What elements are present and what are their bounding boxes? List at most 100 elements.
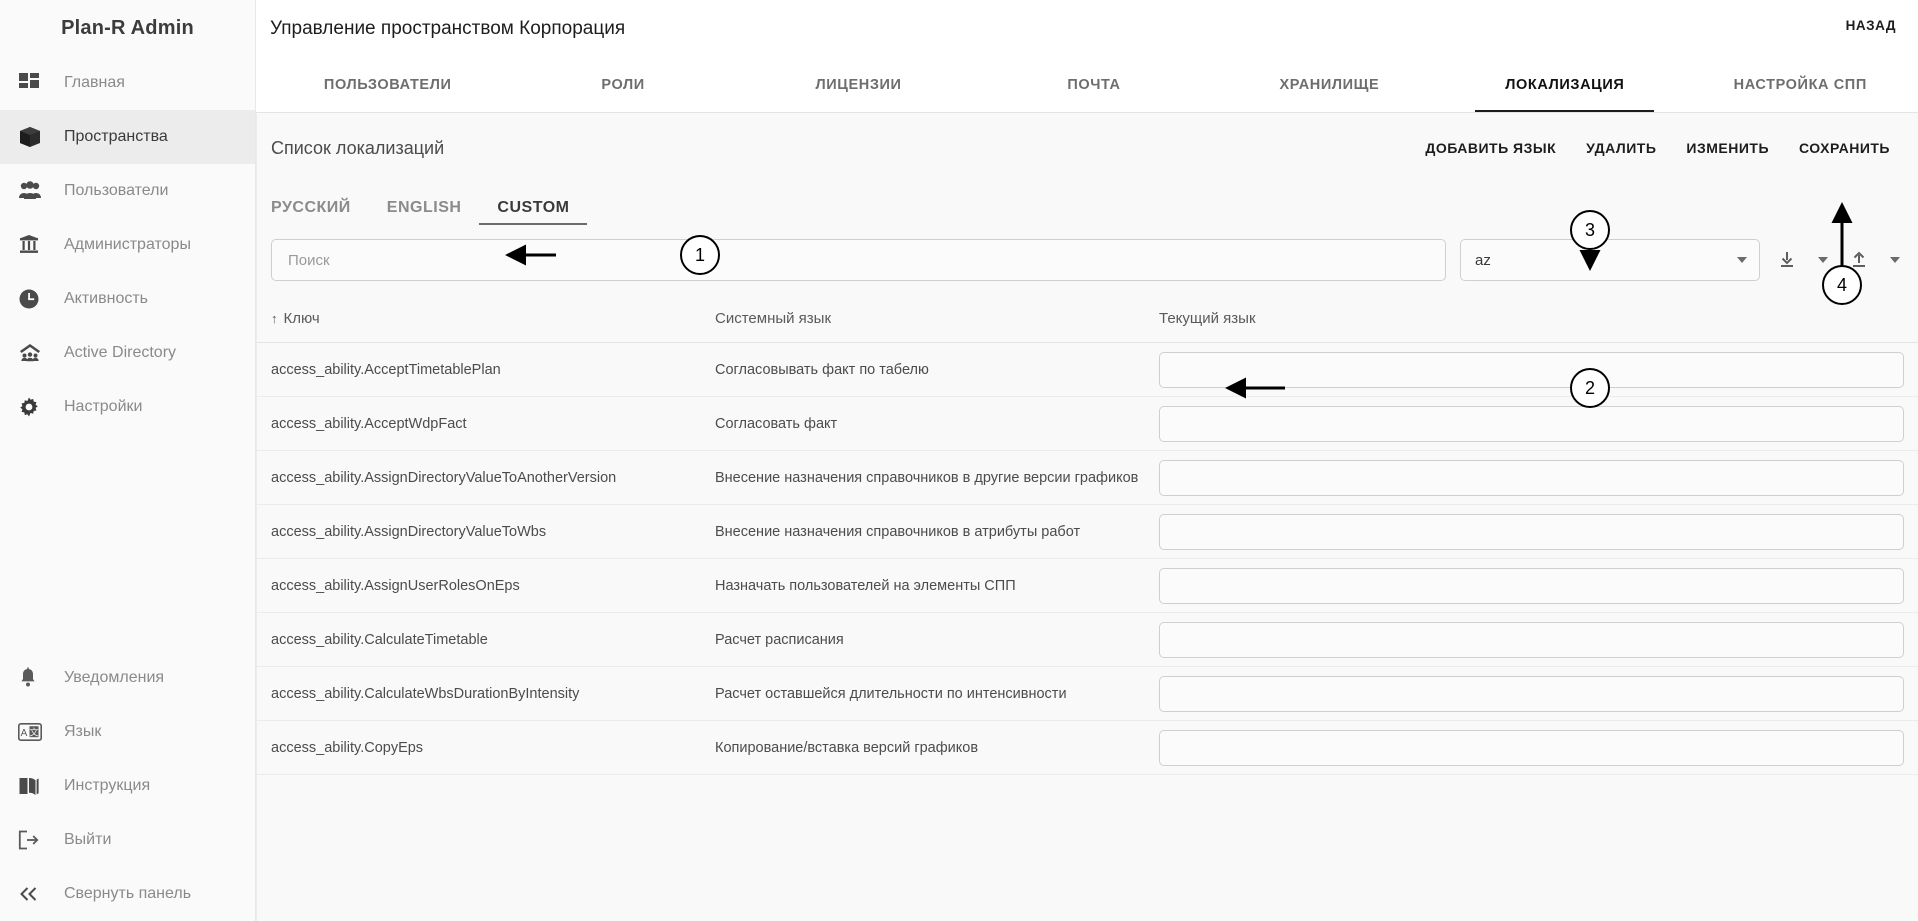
tab-licenses[interactable]: ЛИЦЕНЗИИ [741,58,976,112]
sidebar-item-users[interactable]: Пользователи [0,164,255,218]
current-language-input[interactable] [1159,405,1904,442]
cell-current-language [1159,729,1904,766]
sidebar-item-label: Пространства [64,128,168,145]
download-icon[interactable] [1774,245,1800,275]
lang-tab-english[interactable]: ENGLISH [369,199,480,225]
localization-table: ↑ Ключ Системный язык Текущий язык acces… [257,295,1918,775]
search-box[interactable] [271,239,1446,281]
add-language-button[interactable]: ДОБАВИТЬ ЯЗЫК [1425,140,1556,156]
tab-wbs-settings[interactable]: НАСТРОЙКА СПП [1683,58,1918,112]
delete-button[interactable]: УДАЛИТЬ [1586,140,1656,156]
language-select[interactable]: az [1460,239,1760,281]
translate-icon: A文 [18,723,58,741]
current-language-input[interactable] [1159,729,1904,766]
users-icon [18,180,58,202]
download-options-chevron-icon[interactable] [1814,245,1832,275]
cell-current-language [1159,621,1904,658]
sidebar-item-label: Активность [64,290,149,307]
back-button[interactable]: НАЗАД [1846,18,1896,33]
table-row[interactable]: access_ability.CopyEps Копирование/встав… [257,721,1918,775]
sidebar-item-label: Свернуть панель [64,885,192,902]
cell-system-language: Копирование/вставка версий графиков [715,739,979,756]
upload-options-chevron-icon[interactable] [1886,245,1904,275]
svg-text:A: A [21,728,28,739]
sidebar-item-manual[interactable]: Инструкция [0,759,255,813]
current-language-input[interactable] [1159,513,1904,550]
sidebar-item-home[interactable]: Главная [0,56,255,110]
cell-current-language [1159,405,1904,442]
bell-icon [18,667,58,689]
language-tabs: РУССКИЙ ENGLISH CUSTOM [257,183,1918,225]
chevron-down-icon [1737,257,1747,263]
table-row[interactable]: access_ability.AssignUserRolesOnEps Назн… [257,559,1918,613]
edit-button[interactable]: ИЗМЕНИТЬ [1686,140,1769,156]
table-row[interactable]: access_ability.AcceptWdpFact Согласовать… [257,397,1918,451]
cell-key: access_ability.AssignDirectoryValueToWbs [271,523,547,540]
lang-tab-russian[interactable]: РУССКИЙ [271,199,369,225]
column-header-key[interactable]: ↑ Ключ [271,310,715,327]
save-button[interactable]: СОХРАНИТЬ [1799,140,1890,156]
cell-system-language: Согласовать факт [715,415,838,432]
sidebar-item-notifications[interactable]: Уведомления [0,651,255,705]
admin-shield-icon [18,234,58,256]
sidebar-item-administrators[interactable]: Администраторы [0,218,255,272]
column-header-current-language-label: Текущий язык [1159,310,1256,327]
table-row[interactable]: access_ability.CalculateWbsDurationByInt… [257,667,1918,721]
upload-icon[interactable] [1846,245,1872,275]
sidebar-item-label: Настройки [64,398,143,415]
cell-key: access_ability.AcceptTimetablePlan [271,361,501,378]
cell-key: access_ability.AssignUserRolesOnEps [271,577,520,594]
app-brand: Plan-R Admin [61,16,194,39]
localization-toolbar: Список локализаций ДОБАВИТЬ ЯЗЫК УДАЛИТЬ… [257,113,1918,183]
sidebar-item-collapse[interactable]: Свернуть панель [0,867,255,921]
sidebar-item-active-directory[interactable]: Active Directory [0,326,255,380]
active-directory-icon [18,342,58,364]
current-language-input[interactable] [1159,621,1904,658]
dashboard-icon [18,72,58,94]
current-language-input[interactable] [1159,351,1904,388]
page-header: Управление пространством Корпорация НАЗА… [256,0,1918,58]
current-language-input[interactable] [1159,459,1904,496]
sidebar-item-language[interactable]: A文 Язык [0,705,255,759]
current-language-input[interactable] [1159,567,1904,604]
tab-roles[interactable]: РОЛИ [505,58,740,112]
cell-key: access_ability.AcceptWdpFact [271,415,467,432]
sidebar-item-logout[interactable]: Выйти [0,813,255,867]
svg-text:文: 文 [29,727,38,738]
sidebar-item-spaces[interactable]: Пространства [0,110,255,164]
tab-storage[interactable]: ХРАНИЛИЩЕ [1212,58,1447,112]
current-language-input[interactable] [1159,675,1904,712]
cell-system-language: Расчет оставшейся длительности по интенс… [715,685,1067,702]
sidebar-item-label: Уведомления [64,669,165,686]
table-row[interactable]: access_ability.CalculateTimetable Расчет… [257,613,1918,667]
column-header-current-language[interactable]: Текущий язык [1159,310,1904,327]
sidebar-item-settings[interactable]: Настройки [0,380,255,434]
sidebar-item-label: Инструкция [64,777,151,794]
lang-tab-custom[interactable]: CUSTOM [479,199,588,225]
gear-icon [18,396,58,418]
sidebar-item-label: Главная [64,74,125,91]
sidebar: Plan-R Admin Главная Пространства Пользо… [0,0,256,921]
table-row[interactable]: access_ability.AssignDirectoryValueToAno… [257,451,1918,505]
sort-ascending-icon: ↑ [271,311,278,326]
sidebar-item-label: Администраторы [64,236,191,253]
tab-users[interactable]: ПОЛЬЗОВАТЕЛИ [270,58,505,112]
table-row[interactable]: access_ability.AssignDirectoryValueToWbs… [257,505,1918,559]
cell-current-language [1159,459,1904,496]
tab-localization[interactable]: ЛОКАЛИЗАЦИЯ [1447,58,1682,112]
sidebar-item-activity[interactable]: Активность [0,272,255,326]
cell-system-language: Согласовывать факт по табелю [715,361,929,378]
sidebar-item-label: Пользователи [64,182,169,199]
localization-list-title: Список локализаций [271,137,445,158]
search-input[interactable] [286,250,1431,270]
column-header-system-language-label: Системный язык [715,310,832,327]
localization-panel: Список локализаций ДОБАВИТЬ ЯЗЫК УДАЛИТЬ… [256,113,1918,921]
column-header-key-label: Ключ [283,310,320,327]
table-row[interactable]: access_ability.AcceptTimetablePlan Согла… [257,343,1918,397]
cell-system-language: Внесение назначения справочников в атриб… [715,523,1081,540]
cell-key: access_ability.CalculateWbsDurationByInt… [271,685,580,702]
toolbar-actions: ДОБАВИТЬ ЯЗЫК УДАЛИТЬ ИЗМЕНИТЬ СОХРАНИТЬ [1425,140,1890,156]
tab-mail[interactable]: ПОЧТА [976,58,1211,112]
column-header-system-language[interactable]: Системный язык [715,310,1159,327]
main-area: Управление пространством Корпорация НАЗА… [256,0,1918,921]
